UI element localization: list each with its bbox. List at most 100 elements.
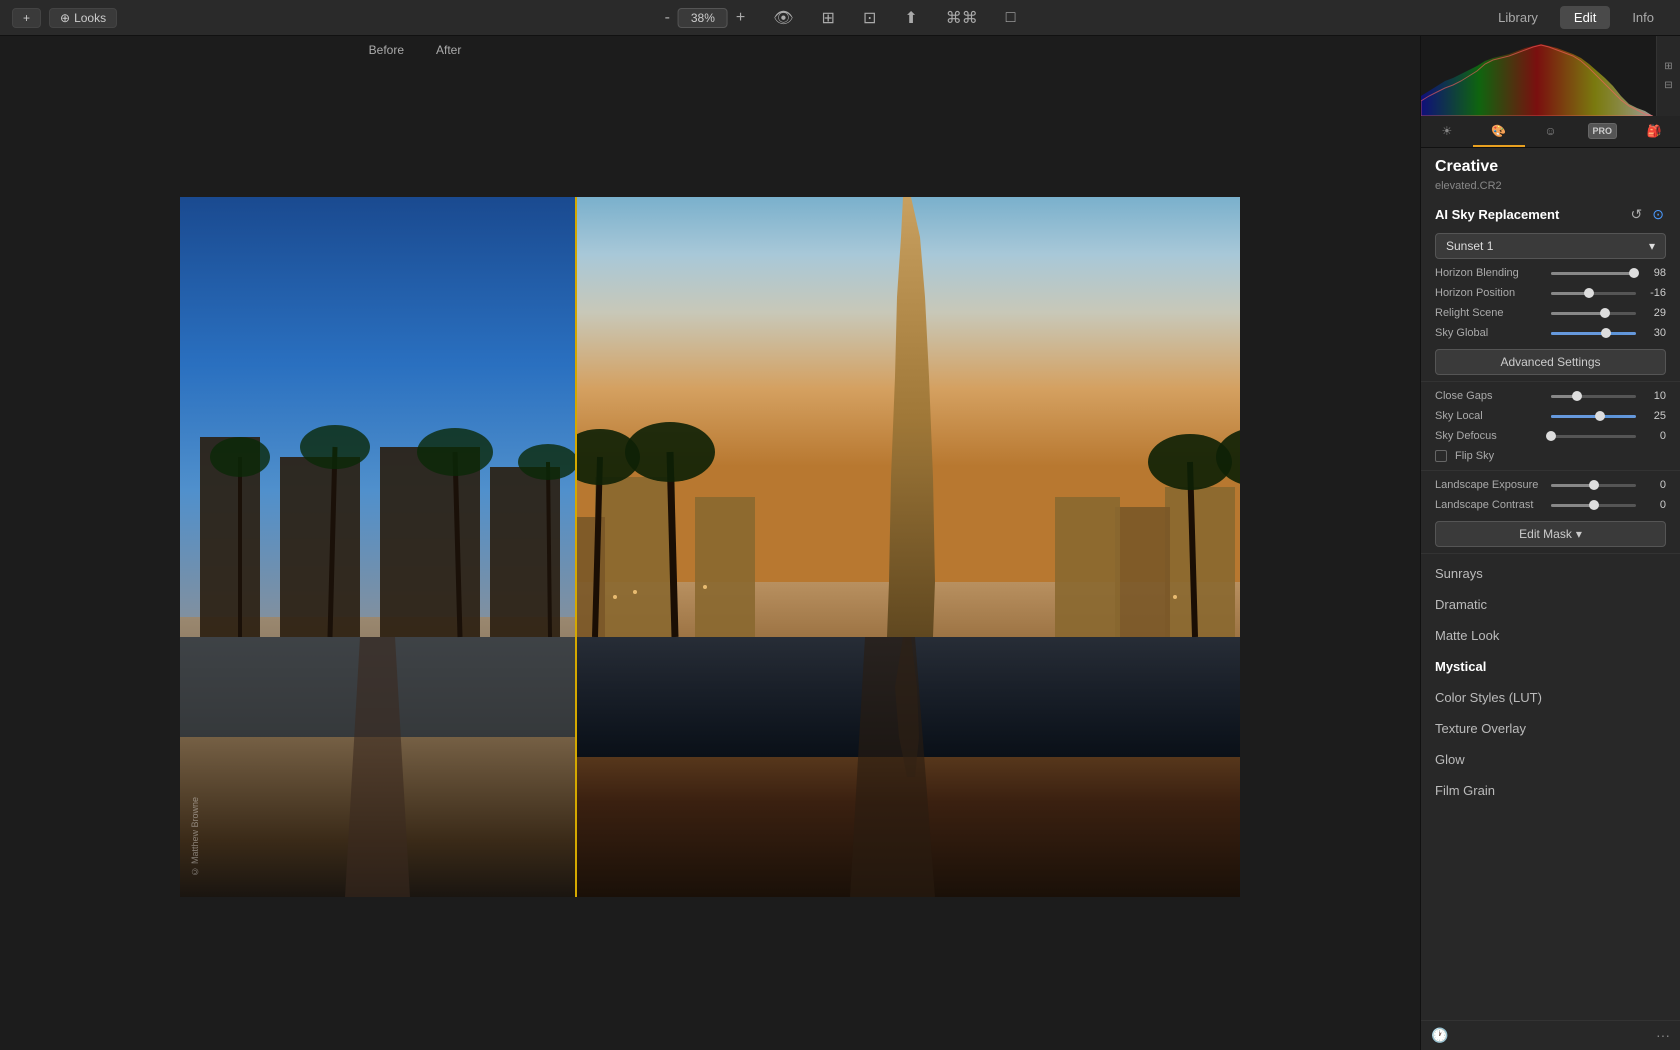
close-gaps-thumb[interactable]	[1572, 391, 1582, 401]
reset-sky-button[interactable]: ↺	[1629, 206, 1645, 223]
panel-bottom-icons: 🕐 ···	[1421, 1020, 1680, 1050]
horizon-blending-track[interactable]	[1551, 272, 1636, 275]
sky-replacement-controls: ↺ ⊙	[1629, 206, 1666, 223]
sky-selector[interactable]: Sunset 1 ▾	[1435, 233, 1666, 259]
after-scene-svg	[575, 197, 1240, 897]
portrait-tab[interactable]: ☺	[1525, 116, 1577, 147]
relight-scene-fill	[1551, 312, 1605, 315]
close-gaps-value: 10	[1642, 390, 1666, 402]
creative-item-glow[interactable]: Glow	[1421, 744, 1680, 775]
landscape-contrast-track[interactable]	[1551, 504, 1636, 507]
sky-defocus-track[interactable]	[1551, 435, 1636, 438]
sky-defocus-thumb[interactable]	[1546, 431, 1556, 441]
sky-global-value: 30	[1642, 327, 1666, 339]
portrait-tab-icon: ☺	[1544, 124, 1556, 138]
landscape-exposure-thumb[interactable]	[1589, 480, 1599, 490]
window-button[interactable]: □	[1000, 7, 1022, 29]
sky-replacement-title: AI Sky Replacement	[1435, 207, 1559, 222]
horizon-position-label: Horizon Position	[1435, 287, 1545, 299]
flip-sky-label: Flip Sky	[1455, 450, 1494, 462]
library-tab[interactable]: Library	[1484, 6, 1552, 29]
sky-local-thumb[interactable]	[1595, 411, 1605, 421]
horizon-blending-thumb[interactable]	[1629, 268, 1639, 278]
sky-replacement-header: AI Sky Replacement ↺ ⊙	[1421, 200, 1680, 229]
sky-global-track[interactable]	[1551, 332, 1636, 335]
landscape-contrast-value: 0	[1642, 499, 1666, 511]
advanced-settings-button[interactable]: Advanced Settings	[1435, 349, 1666, 375]
landscape-exposure-fill	[1551, 484, 1594, 487]
zoom-minus-button[interactable]: -	[659, 7, 676, 29]
sky-global-thumb[interactable]	[1601, 328, 1611, 338]
export-button[interactable]: ⬆	[898, 6, 923, 30]
creative-item-mystical[interactable]: Mystical	[1421, 651, 1680, 682]
histogram-settings-icon[interactable]: ⊟	[1664, 80, 1672, 91]
info-tab[interactable]: Info	[1618, 6, 1668, 29]
view-button[interactable]: 👁	[767, 6, 799, 30]
sky-local-fill	[1551, 415, 1600, 418]
topbar-left: + ⊕ Looks	[12, 8, 117, 28]
creative-item-color_styles[interactable]: Color Styles (LUT)	[1421, 682, 1680, 713]
flip-sky-checkbox[interactable]	[1435, 450, 1447, 462]
sky-preset-label: Sunset 1	[1446, 239, 1493, 253]
more-options-icon[interactable]: ···	[1656, 1027, 1670, 1044]
crop-button[interactable]: ⊡	[857, 6, 882, 30]
sky-global-label: Sky Global	[1435, 327, 1545, 339]
creative-item-dramatic[interactable]: Dramatic	[1421, 589, 1680, 620]
edit-mask-button[interactable]: Edit Mask ▾	[1435, 521, 1666, 547]
sky-defocus-value: 0	[1642, 430, 1666, 442]
pro-tab[interactable]: PRO	[1576, 116, 1628, 147]
layers-icon[interactable]: ⊞	[1664, 61, 1672, 72]
sky-local-row: Sky Local 25	[1421, 406, 1680, 426]
sky-global-row: Sky Global 30	[1421, 323, 1680, 343]
split-divider[interactable]	[575, 197, 577, 897]
creative-item-matte_look[interactable]: Matte Look	[1421, 620, 1680, 651]
edit-tab[interactable]: Edit	[1560, 6, 1610, 29]
divider-3	[1421, 553, 1680, 554]
creative-tab[interactable]: 🎨	[1473, 116, 1525, 147]
after-label: After	[420, 43, 473, 57]
creative-items-list: SunraysDramaticMatte LookMysticalColor S…	[1421, 558, 1680, 806]
creative-item-film_grain[interactable]: Film Grain	[1421, 775, 1680, 806]
section-subtitle: elevated.CR2	[1421, 178, 1680, 200]
zoom-control: - 38% +	[659, 7, 752, 29]
add-button[interactable]: +	[12, 8, 41, 28]
looks-icon: ⊕	[60, 11, 70, 25]
histogram: ⊞ ⊟	[1421, 36, 1680, 116]
horizon-blending-fill	[1551, 272, 1634, 275]
pro-badge: PRO	[1588, 123, 1618, 139]
history-icon[interactable]: 🕐	[1431, 1027, 1448, 1044]
close-gaps-row: Close Gaps 10	[1421, 386, 1680, 406]
horizon-position-thumb[interactable]	[1584, 288, 1594, 298]
flip-sky-row[interactable]: Flip Sky	[1421, 446, 1680, 466]
sky-local-track[interactable]	[1551, 415, 1636, 418]
main-area: Before After	[0, 36, 1680, 1050]
creative-item-texture_overlay[interactable]: Texture Overlay	[1421, 713, 1680, 744]
zoom-plus-button[interactable]: +	[730, 7, 751, 29]
edit-mask-label: Edit Mask	[1519, 527, 1572, 541]
before-after-labels: Before After	[0, 36, 1420, 64]
horizon-position-track[interactable]	[1551, 292, 1636, 295]
canvas-area: Before After	[0, 36, 1420, 1050]
topbar-center: - 38% + 👁 ⊞ ⊡ ⬆ ⌘⌘ □	[659, 6, 1022, 30]
panel-content: Creative elevated.CR2 AI Sky Replacement…	[1421, 148, 1680, 1020]
sky-local-label: Sky Local	[1435, 410, 1545, 422]
creative-item-sunrays[interactable]: Sunrays	[1421, 558, 1680, 589]
sun-tab[interactable]: ☀	[1421, 116, 1473, 147]
before-label: Before	[0, 43, 420, 57]
compare-button[interactable]: ⊞	[816, 6, 841, 30]
photo-wrapper: © Matthew Browne	[180, 197, 1240, 897]
close-gaps-label: Close Gaps	[1435, 390, 1545, 402]
relight-scene-thumb[interactable]	[1600, 308, 1610, 318]
landscape-contrast-thumb[interactable]	[1589, 500, 1599, 510]
horizon-position-value: -16	[1642, 287, 1666, 299]
looks-button[interactable]: ⊕ Looks	[49, 8, 117, 28]
landscape-exposure-track[interactable]	[1551, 484, 1636, 487]
toggle-sky-button[interactable]: ⊙	[1650, 206, 1666, 223]
keyboard-shortcut-button[interactable]: ⌘⌘	[940, 6, 984, 30]
relight-scene-track[interactable]	[1551, 312, 1636, 315]
zoom-value: 38%	[678, 8, 728, 28]
close-gaps-track[interactable]	[1551, 395, 1636, 398]
divider-2	[1421, 470, 1680, 471]
photo-container[interactable]: © Matthew Browne	[20, 64, 1400, 1030]
bag-tab[interactable]: 🎒	[1628, 116, 1680, 147]
